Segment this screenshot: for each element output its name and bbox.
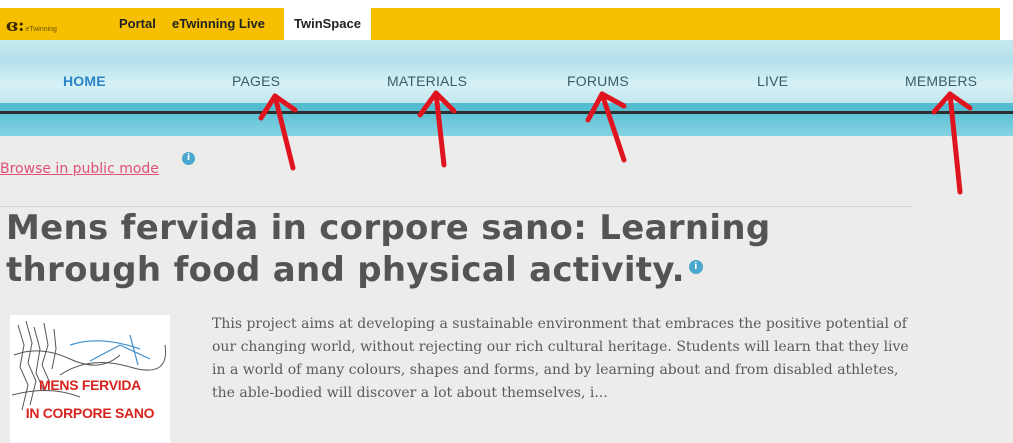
etwinning-logo[interactable]: ɞ: eTwinning: [6, 13, 57, 35]
logo-mark-icon: ɞ:: [6, 16, 25, 36]
red-arrow-icon: [931, 91, 973, 195]
nav-lower-band: [0, 114, 1013, 136]
nav-top-band: [0, 40, 1013, 63]
project-description: This project aims at developing a sustai…: [212, 316, 909, 401]
thumbnail-line-1: MENS FERVIDA: [39, 377, 141, 393]
page-title-text: Mens fervida in corpore sano: Learning t…: [6, 208, 771, 290]
nav-stripe: [0, 103, 1013, 111]
red-arrow-icon: [258, 93, 298, 171]
red-arrow-icon: [417, 90, 457, 168]
logo-text: eTwinning: [25, 26, 57, 33]
page-title: Mens fervida in corpore sano: Learning t…: [6, 207, 906, 291]
tab-twinspace[interactable]: TwinSpace: [284, 8, 371, 40]
title-info-icon[interactable]: i: [688, 259, 703, 274]
nav-live[interactable]: LIVE: [757, 73, 788, 89]
main-navigation: [0, 63, 1013, 103]
red-arrow-icon: [585, 91, 627, 163]
tab-portal[interactable]: Portal: [119, 8, 156, 40]
nav-home[interactable]: HOME: [63, 73, 106, 89]
info-icon[interactable]: i: [182, 152, 195, 165]
thumbnail-line-2: IN CORPORE SANO: [25, 405, 155, 421]
nav-pages[interactable]: PAGES: [232, 73, 280, 89]
project-thumbnail[interactable]: MENS FERVIDA IN CORPORE SANO: [10, 315, 170, 443]
browse-public-mode-link[interactable]: Browse in public mode: [0, 161, 159, 177]
tab-etwinning-live[interactable]: eTwinning Live: [172, 8, 265, 40]
